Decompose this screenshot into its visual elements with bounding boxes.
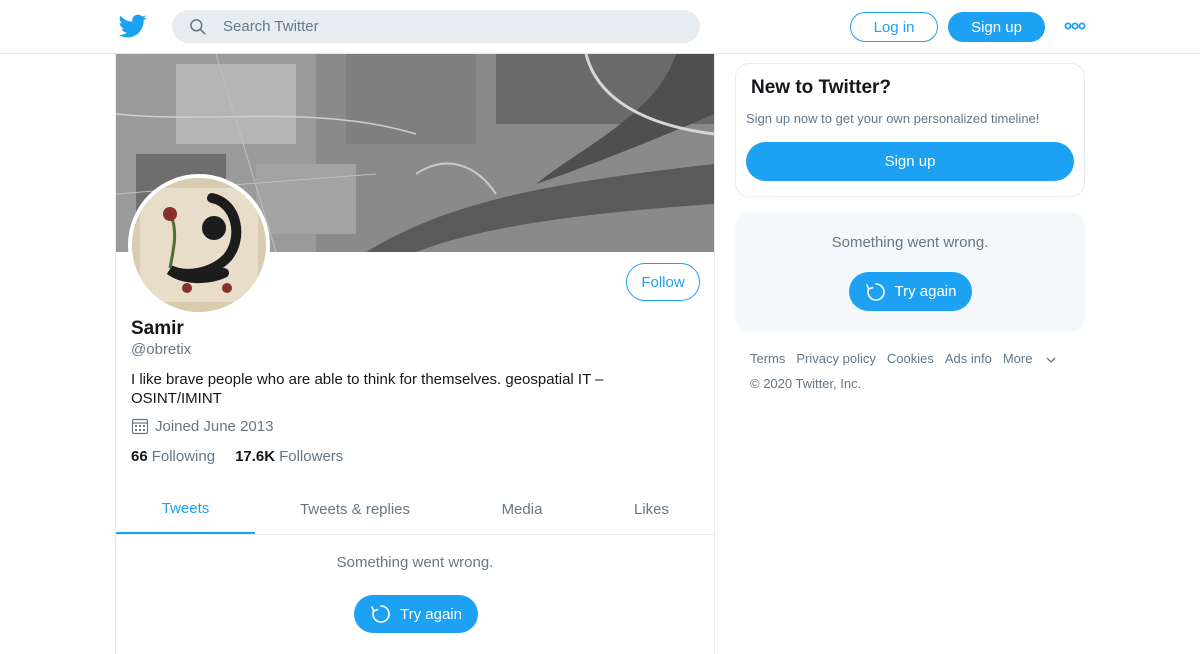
sidebar-try-again-label: Try again bbox=[894, 283, 957, 300]
new-to-twitter-text: Sign up now to get your own personalized… bbox=[746, 111, 1040, 126]
profile-stats: 66 Following 17.6K Followers bbox=[131, 448, 363, 465]
tab-tweets-and-replies[interactable]: Tweets & replies bbox=[255, 485, 455, 534]
footer-link-ads-info[interactable]: Ads info bbox=[945, 351, 992, 366]
sidebar-error-message: Something went wrong. bbox=[831, 234, 989, 251]
profile-name: Samir bbox=[131, 318, 184, 339]
footer-link-privacy[interactable]: Privacy policy bbox=[796, 351, 875, 366]
refresh-icon bbox=[865, 282, 885, 301]
tab-likes[interactable]: Likes bbox=[589, 485, 714, 534]
new-to-twitter-title: New to Twitter? bbox=[751, 77, 892, 98]
footer-link-cookies[interactable]: Cookies bbox=[887, 351, 934, 366]
more-dots-icon[interactable] bbox=[1064, 20, 1086, 32]
sidebar-error-card: Something went wrong. Try again bbox=[735, 212, 1085, 332]
copyright: © 2020 Twitter, Inc. bbox=[750, 376, 862, 391]
chevron-down-icon bbox=[1046, 357, 1056, 363]
following-link[interactable]: 66 Following bbox=[131, 448, 215, 465]
tab-media[interactable]: Media bbox=[455, 485, 589, 534]
avatar-calligraphy-image bbox=[132, 178, 266, 312]
avatar[interactable] bbox=[128, 174, 270, 316]
following-count: 66 bbox=[131, 448, 148, 465]
timeline-error-message: Something went wrong. bbox=[336, 554, 494, 571]
joined-text: Joined June 2013 bbox=[155, 417, 274, 435]
profile-bio: I like brave people who are able to thin… bbox=[131, 371, 604, 407]
refresh-icon bbox=[371, 605, 390, 623]
try-again-button[interactable]: Try again bbox=[354, 595, 478, 633]
footer: Terms Privacy policy Cookies Ads info More ©… bbox=[750, 351, 1068, 391]
profile-tabs: Tweets Tweets & replies Media Likes bbox=[116, 485, 714, 535]
search-icon bbox=[190, 18, 206, 34]
top-nav-bar: Log in Sign up bbox=[0, 0, 1200, 54]
footer-link-more[interactable]: More bbox=[1003, 351, 1058, 366]
sidebar-signup-button[interactable]: Sign up bbox=[746, 142, 1074, 181]
footer-link-terms[interactable]: Terms bbox=[750, 351, 785, 366]
sidebar-try-again-button[interactable]: Try again bbox=[849, 272, 972, 311]
profile-handle: @obretix bbox=[131, 341, 192, 358]
footer-more-label: More bbox=[1002, 351, 1033, 366]
followers-count: 17.6K bbox=[235, 448, 276, 465]
try-again-label: Try again bbox=[400, 605, 462, 623]
new-to-twitter-card: New to Twitter? Sign up now to get your … bbox=[735, 63, 1085, 197]
calendar-icon bbox=[131, 418, 149, 435]
search-box[interactable] bbox=[172, 10, 700, 43]
following-label: Following bbox=[151, 448, 216, 465]
login-button[interactable]: Log in bbox=[850, 12, 938, 42]
follow-button[interactable]: Follow bbox=[626, 263, 700, 301]
search-input[interactable] bbox=[223, 18, 663, 35]
tab-tweets[interactable]: Tweets bbox=[116, 485, 255, 534]
followers-label: Followers bbox=[279, 448, 344, 465]
profile-column: Follow Samir @obretix I like brave peopl… bbox=[115, 54, 715, 654]
signup-button[interactable]: Sign up bbox=[948, 12, 1045, 42]
twitter-logo-icon[interactable] bbox=[119, 12, 147, 40]
followers-link[interactable]: 17.6K Followers bbox=[235, 448, 343, 465]
joined-date: Joined June 2013 bbox=[131, 417, 273, 435]
